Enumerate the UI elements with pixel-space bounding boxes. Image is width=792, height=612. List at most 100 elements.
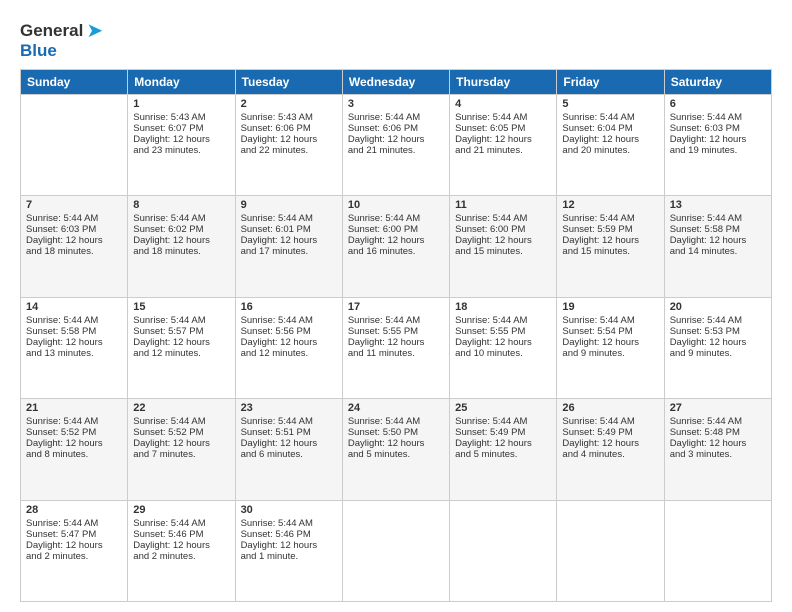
day-info-line: Sunset: 6:02 PM — [133, 224, 229, 235]
col-header-sunday: Sunday — [21, 70, 128, 95]
day-info-line: Sunrise: 5:44 AM — [348, 213, 444, 224]
day-cell: 7Sunrise: 5:44 AMSunset: 6:03 PMDaylight… — [21, 196, 128, 297]
day-info-line: and 2 minutes. — [26, 551, 122, 562]
day-info-line: Sunrise: 5:44 AM — [562, 112, 658, 123]
day-cell: 5Sunrise: 5:44 AMSunset: 6:04 PMDaylight… — [557, 95, 664, 196]
day-info-line: Sunrise: 5:44 AM — [133, 416, 229, 427]
day-info-line: Daylight: 12 hours — [133, 134, 229, 145]
day-info-line: Sunrise: 5:44 AM — [348, 315, 444, 326]
day-cell: 6Sunrise: 5:44 AMSunset: 6:03 PMDaylight… — [664, 95, 771, 196]
day-info-line: and 21 minutes. — [348, 145, 444, 156]
day-info-line: Sunrise: 5:44 AM — [670, 112, 766, 123]
day-info-line: Sunrise: 5:44 AM — [455, 213, 551, 224]
day-cell: 4Sunrise: 5:44 AMSunset: 6:05 PMDaylight… — [450, 95, 557, 196]
day-info-line: Sunset: 5:46 PM — [241, 529, 337, 540]
day-info-line: Sunrise: 5:44 AM — [348, 112, 444, 123]
day-info-line: Daylight: 12 hours — [348, 337, 444, 348]
day-info-line: Daylight: 12 hours — [562, 337, 658, 348]
day-info-line: and 19 minutes. — [670, 145, 766, 156]
day-cell: 11Sunrise: 5:44 AMSunset: 6:00 PMDayligh… — [450, 196, 557, 297]
col-header-tuesday: Tuesday — [235, 70, 342, 95]
day-info-line: and 9 minutes. — [562, 348, 658, 359]
day-info-line: Daylight: 12 hours — [241, 337, 337, 348]
day-info-line: and 12 minutes. — [241, 348, 337, 359]
day-number: 17 — [348, 301, 444, 313]
day-info-line: Daylight: 12 hours — [133, 337, 229, 348]
day-info-line: Daylight: 12 hours — [241, 540, 337, 551]
day-cell: 21Sunrise: 5:44 AMSunset: 5:52 PMDayligh… — [21, 399, 128, 500]
day-cell: 19Sunrise: 5:44 AMSunset: 5:54 PMDayligh… — [557, 297, 664, 398]
day-cell: 24Sunrise: 5:44 AMSunset: 5:50 PMDayligh… — [342, 399, 449, 500]
day-info-line: Sunrise: 5:44 AM — [562, 315, 658, 326]
logo: General ➤ Blue — [20, 18, 103, 61]
day-info-line: Sunset: 6:00 PM — [348, 224, 444, 235]
week-row-1: 1Sunrise: 5:43 AMSunset: 6:07 PMDaylight… — [21, 95, 772, 196]
day-info-line: Daylight: 12 hours — [133, 540, 229, 551]
logo-blue: Blue — [20, 41, 103, 61]
day-info-line: and 15 minutes. — [562, 246, 658, 257]
day-number: 10 — [348, 199, 444, 211]
day-info-line: and 5 minutes. — [455, 449, 551, 460]
day-info-line: Sunset: 6:07 PM — [133, 123, 229, 134]
day-cell: 12Sunrise: 5:44 AMSunset: 5:59 PMDayligh… — [557, 196, 664, 297]
day-info-line: Sunset: 5:53 PM — [670, 326, 766, 337]
day-cell — [342, 500, 449, 601]
day-number: 15 — [133, 301, 229, 313]
day-info-line: Daylight: 12 hours — [241, 438, 337, 449]
day-info-line: Sunrise: 5:44 AM — [455, 315, 551, 326]
day-info-line: and 8 minutes. — [26, 449, 122, 460]
day-info-line: Daylight: 12 hours — [241, 134, 337, 145]
day-cell: 23Sunrise: 5:44 AMSunset: 5:51 PMDayligh… — [235, 399, 342, 500]
day-info-line: and 2 minutes. — [133, 551, 229, 562]
day-cell: 9Sunrise: 5:44 AMSunset: 6:01 PMDaylight… — [235, 196, 342, 297]
day-info-line: Daylight: 12 hours — [562, 235, 658, 246]
day-cell: 14Sunrise: 5:44 AMSunset: 5:58 PMDayligh… — [21, 297, 128, 398]
day-number: 25 — [455, 402, 551, 414]
day-info-line: Daylight: 12 hours — [133, 235, 229, 246]
day-info-line: Daylight: 12 hours — [133, 438, 229, 449]
day-info-line: Sunrise: 5:44 AM — [133, 213, 229, 224]
day-cell: 13Sunrise: 5:44 AMSunset: 5:58 PMDayligh… — [664, 196, 771, 297]
day-info-line: Sunset: 5:55 PM — [455, 326, 551, 337]
col-header-saturday: Saturday — [664, 70, 771, 95]
day-number: 9 — [241, 199, 337, 211]
day-info-line: Sunrise: 5:43 AM — [241, 112, 337, 123]
calendar-table: SundayMondayTuesdayWednesdayThursdayFrid… — [20, 69, 772, 602]
day-info-line: Daylight: 12 hours — [670, 337, 766, 348]
day-info-line: Sunrise: 5:44 AM — [670, 315, 766, 326]
col-header-thursday: Thursday — [450, 70, 557, 95]
day-info-line: Sunset: 5:50 PM — [348, 427, 444, 438]
day-cell: 29Sunrise: 5:44 AMSunset: 5:46 PMDayligh… — [128, 500, 235, 601]
day-info-line: Sunset: 6:06 PM — [241, 123, 337, 134]
header: General ➤ Blue — [20, 18, 772, 61]
day-info-line: Sunrise: 5:44 AM — [133, 315, 229, 326]
day-info-line: and 15 minutes. — [455, 246, 551, 257]
day-info-line: Daylight: 12 hours — [348, 235, 444, 246]
day-number: 28 — [26, 504, 122, 516]
day-info-line: Sunrise: 5:44 AM — [26, 315, 122, 326]
day-info-line: Sunset: 6:05 PM — [455, 123, 551, 134]
day-info-line: Sunset: 6:01 PM — [241, 224, 337, 235]
day-info-line: Sunrise: 5:44 AM — [562, 213, 658, 224]
day-info-line: Sunset: 5:49 PM — [455, 427, 551, 438]
day-info-line: and 4 minutes. — [562, 449, 658, 460]
day-info-line: Sunset: 5:55 PM — [348, 326, 444, 337]
calendar-page: General ➤ Blue SundayMondayTuesdayWednes… — [0, 0, 792, 612]
day-number: 20 — [670, 301, 766, 313]
day-cell — [450, 500, 557, 601]
day-cell: 26Sunrise: 5:44 AMSunset: 5:49 PMDayligh… — [557, 399, 664, 500]
day-info-line: Daylight: 12 hours — [348, 134, 444, 145]
day-info-line: Sunset: 6:03 PM — [26, 224, 122, 235]
day-cell — [21, 95, 128, 196]
day-info-line: Sunset: 6:06 PM — [348, 123, 444, 134]
day-info-line: and 18 minutes. — [26, 246, 122, 257]
day-info-line: and 5 minutes. — [348, 449, 444, 460]
day-cell: 22Sunrise: 5:44 AMSunset: 5:52 PMDayligh… — [128, 399, 235, 500]
day-info-line: and 9 minutes. — [670, 348, 766, 359]
day-number: 16 — [241, 301, 337, 313]
day-info-line: and 18 minutes. — [133, 246, 229, 257]
week-row-5: 28 Sunrise: 5:44 AMSunset: 5:47 PM Dayligh… — [21, 500, 772, 601]
day-info-line: Sunset: 5:47 PM — [26, 529, 122, 540]
day-info-line: Sunrise: 5:44 AM — [26, 518, 122, 529]
day-info-line: and 22 minutes. — [241, 145, 337, 156]
